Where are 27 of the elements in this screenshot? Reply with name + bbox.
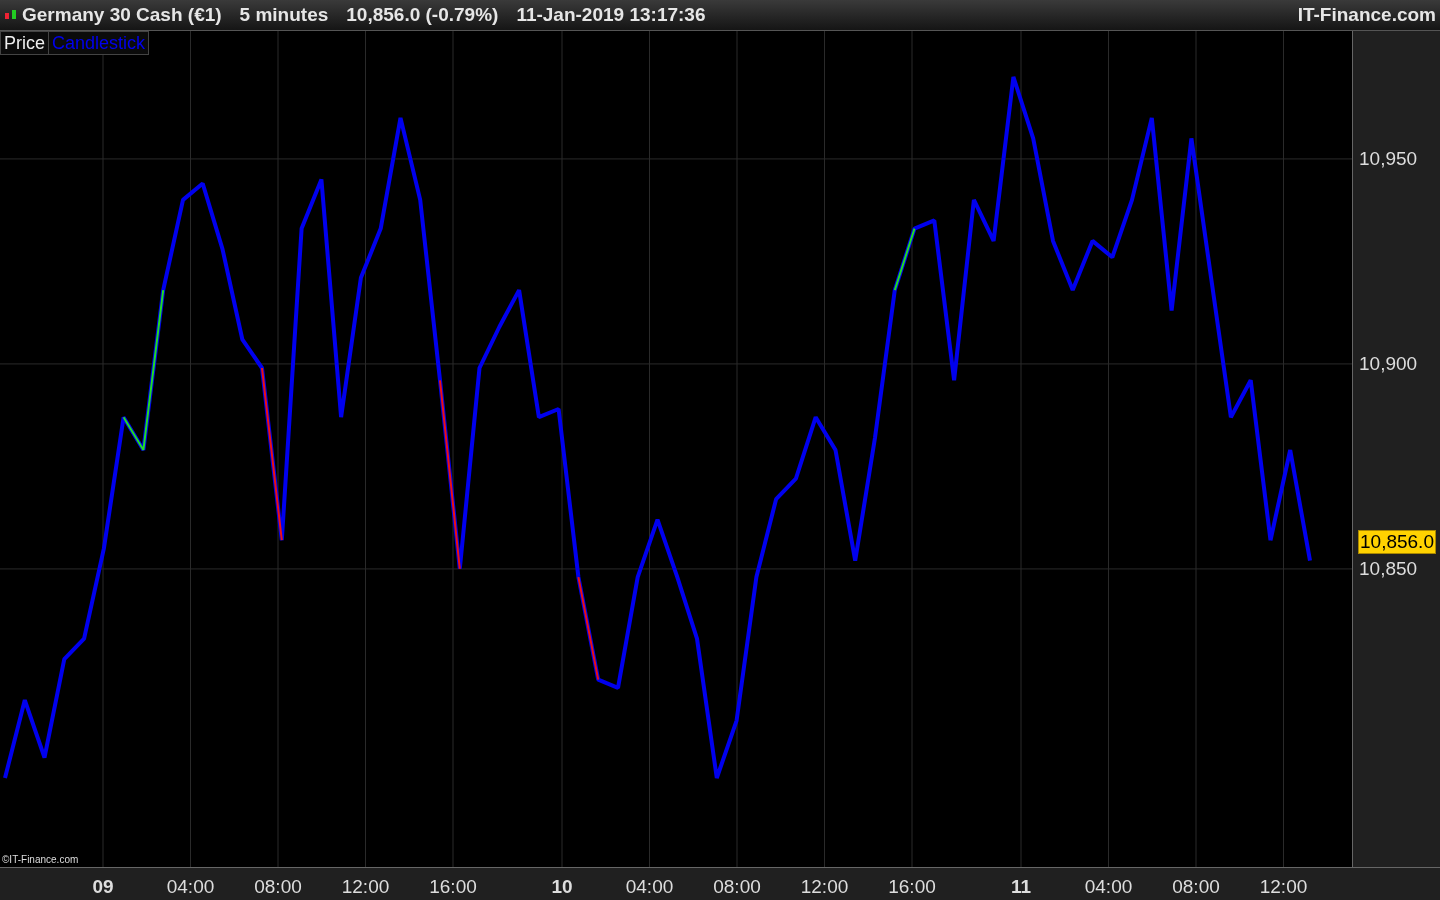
candlestick-icon: [4, 9, 18, 21]
axis-label: 08:00: [254, 876, 302, 898]
axis-label: 11: [1010, 876, 1032, 898]
axis-label: 10: [551, 876, 573, 898]
price-tag: 10,856.0: [1358, 530, 1436, 554]
axis-label: 08:00: [713, 876, 761, 898]
axis-label: 16:00: [888, 876, 936, 898]
axis-label: 10,950: [1359, 147, 1418, 170]
axis-label: 04:00: [1084, 876, 1133, 898]
instrument-name: Germany 30 Cash (€1): [22, 4, 222, 26]
axis-label: 10,850: [1359, 557, 1418, 580]
axis-label: 10,900: [1359, 352, 1418, 375]
legend-label: Candlestick: [51, 32, 147, 54]
timeframe-label: 5 minutes: [239, 4, 329, 26]
datetime-label: 11-Jan-2019 13:17:36: [516, 4, 706, 26]
brand-label: IT-Finance.com: [1297, 4, 1436, 26]
axis-label: 12:00: [341, 876, 390, 898]
copyright-label: ©IT-Finance.com: [2, 854, 79, 865]
axis-label: 09: [92, 876, 114, 898]
axis-label: 08:00: [1172, 876, 1220, 898]
axis-label: 12:00: [800, 876, 849, 898]
legend-label: Price: [1, 32, 49, 54]
price-quote: 10,856.0 (-0.79%): [346, 4, 499, 26]
axis-label: 04:00: [625, 876, 674, 898]
axis-label: 04:00: [166, 876, 215, 898]
axis-label: 12:00: [1259, 876, 1308, 898]
axis-label: 16:00: [429, 876, 477, 898]
